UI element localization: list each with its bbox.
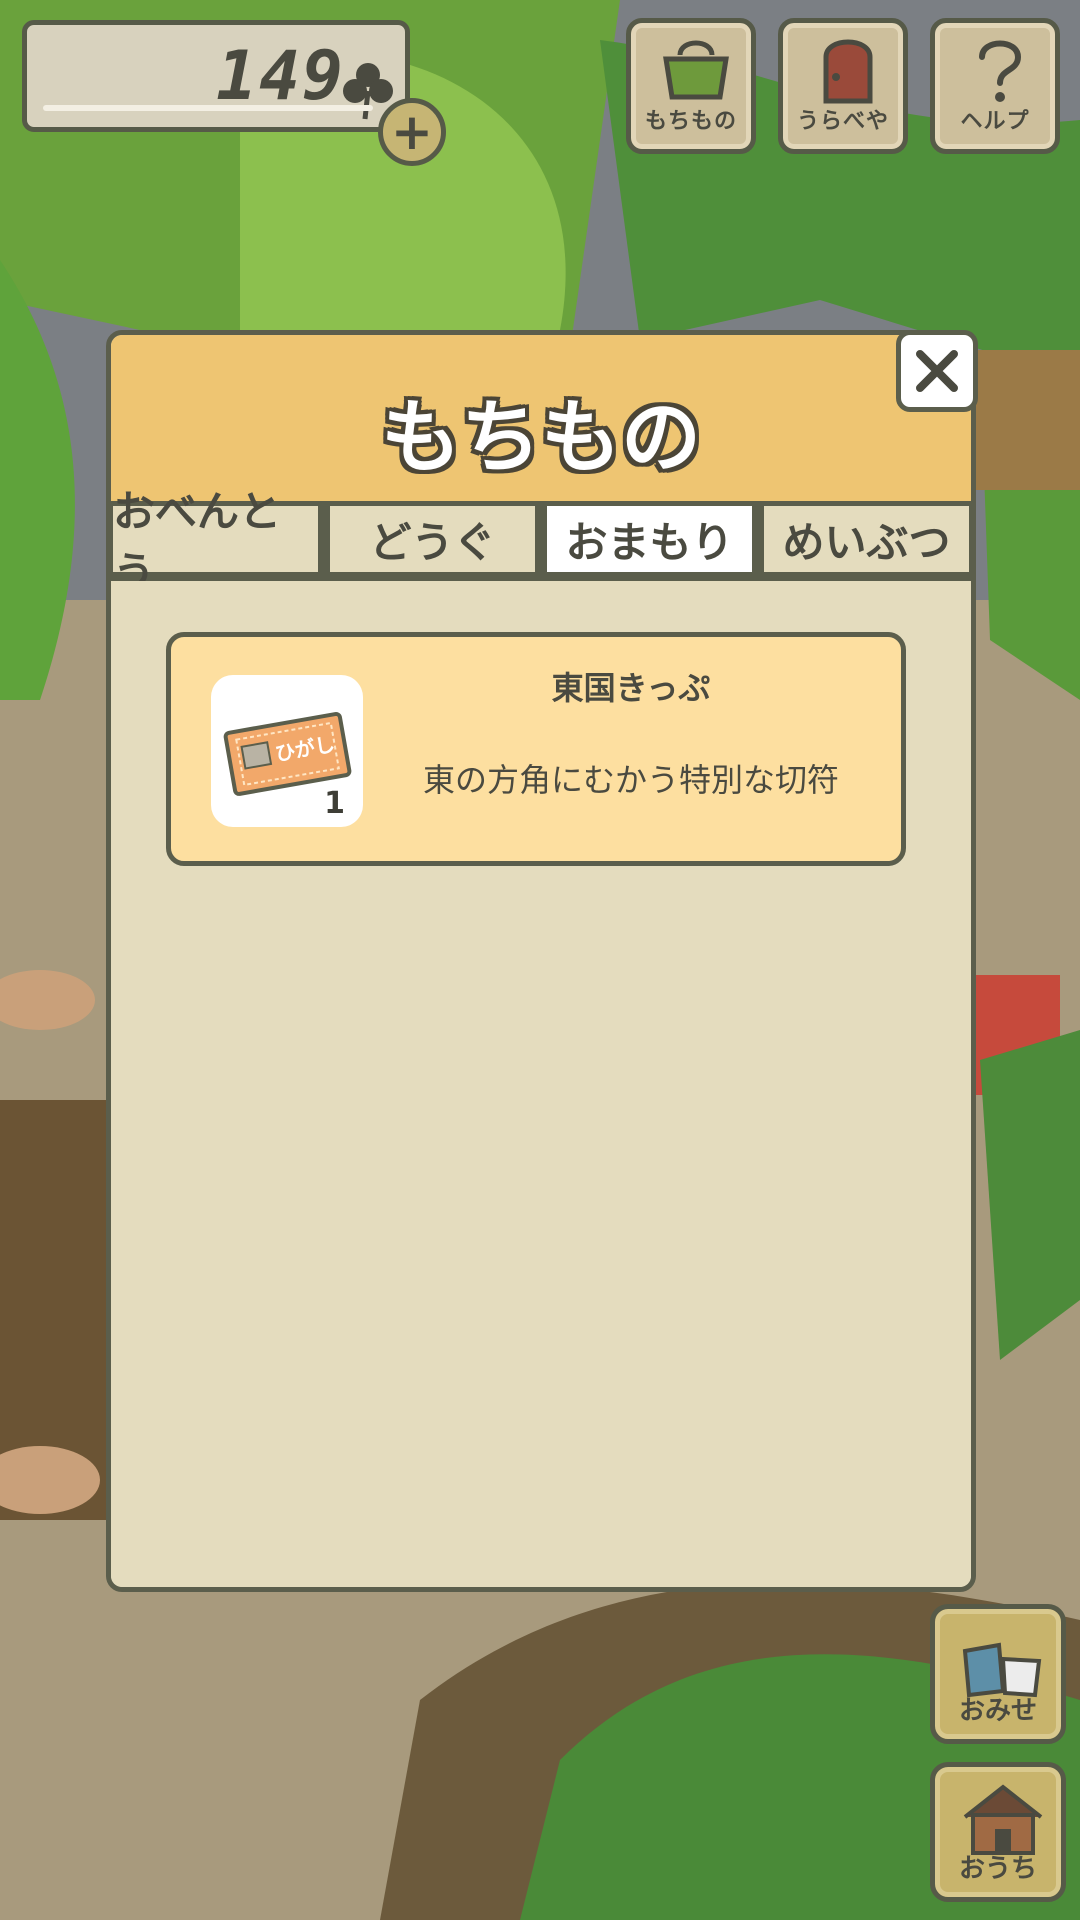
counter-shine [43,105,373,111]
clover-counter: 149 [22,20,410,132]
help-button-label: ヘルプ [960,109,1030,134]
item-description: 東の方角にむかう特別な切符 [422,761,839,799]
shop-button[interactable]: おみせ [930,1604,1066,1744]
bag-icon [663,40,729,100]
door-icon [823,39,873,104]
belongings-modal: もちもの おべんとう どうぐ おまもり めいぶつ [106,330,976,1592]
tab-charms[interactable]: おまもり [545,504,754,574]
shop-bags-icon [962,1642,1042,1698]
shop-button-label: おみせ [958,1696,1037,1726]
close-button[interactable] [896,330,978,412]
item-card[interactable]: ひがし 1 東国きっぷ 東の方角にむかう特別な切符 [166,632,906,866]
plus-icon: + [391,103,433,161]
item-name: 東国きっぷ [551,669,711,707]
help-button[interactable]: ヘルプ [930,18,1060,154]
back-room-button-label: うらべや [796,109,889,134]
house-icon [963,1784,1043,1855]
back-room-button[interactable]: うらべや [778,18,908,154]
home-button-label: おうち [958,1854,1037,1884]
home-button[interactable]: おうち [930,1762,1066,1902]
belongings-button[interactable]: もちもの [626,18,756,154]
tab-bar: おべんとう どうぐ おまもり めいぶつ [111,487,971,597]
item-thumbnail: ひがし 1 [211,675,363,827]
item-quantity: 1 [324,786,345,821]
tab-specialties[interactable]: めいぶつ [762,504,971,574]
question-icon [979,40,1022,102]
add-clover-button[interactable]: + [378,98,446,166]
close-icon [916,350,958,392]
tab-lunch[interactable]: おべんとう [111,487,320,597]
belongings-button-label: もちもの [644,109,737,134]
modal-title: もちもの [381,391,701,484]
tab-tools[interactable]: どうぐ [328,504,537,574]
